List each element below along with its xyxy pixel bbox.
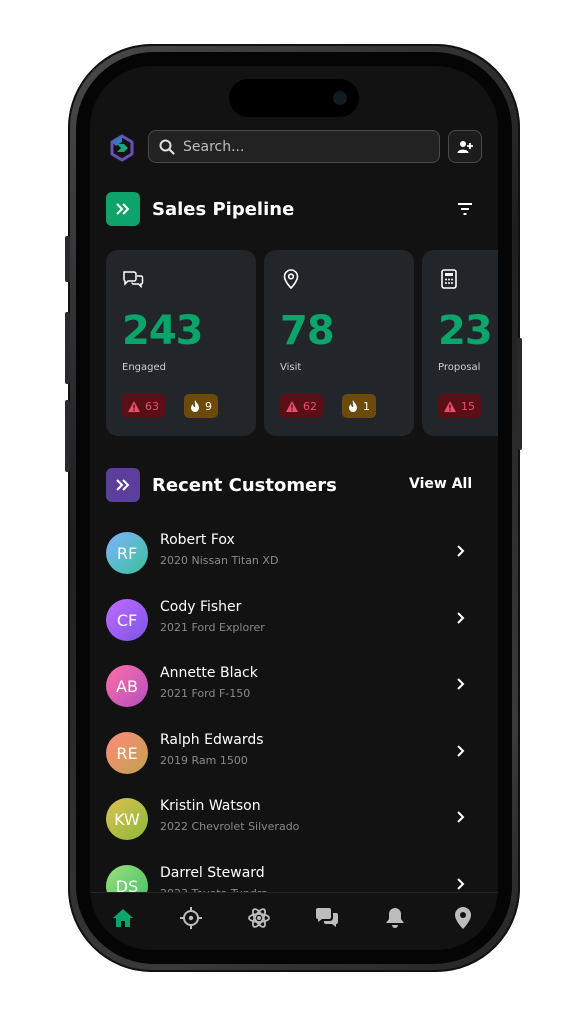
chat-bubbles-icon [123, 271, 144, 289]
customer-vehicle: 2019 Ram 1500 [160, 754, 248, 767]
alert-badge: 62 [280, 394, 323, 418]
engaged-label: Engaged [122, 362, 166, 373]
action-button [65, 236, 70, 282]
atom-icon [248, 908, 270, 928]
nav-home[interactable] [110, 905, 136, 931]
customer-vehicle: 2021 Ford F-150 [160, 687, 251, 700]
add-user-icon [457, 140, 473, 153]
add-user-button[interactable] [448, 130, 482, 163]
chevron-right-icon[interactable] [454, 677, 468, 691]
chevron-right-icon[interactable] [454, 611, 468, 625]
avatar: KW [106, 798, 148, 840]
chevron-right-icon[interactable] [454, 544, 468, 558]
proposal-label: Proposal [438, 362, 481, 373]
double-chevron-right-icon [116, 479, 130, 491]
visit-label: Visit [280, 362, 302, 373]
avatar: CF [106, 599, 148, 641]
warning-icon [128, 400, 140, 412]
customer-row[interactable]: RF Robert Fox 2020 Nissan Titan XD [90, 524, 498, 590]
alert-badge: 63 [122, 394, 165, 418]
warning-icon [286, 400, 298, 412]
pipeline-card-proposal[interactable]: 23 Proposal 15 [422, 250, 498, 436]
pipeline-title: Sales Pipeline [152, 199, 295, 220]
customer-row[interactable]: KW Kristin Watson 2022 Chevrolet Silvera… [90, 790, 498, 856]
location-pin-icon [455, 907, 471, 929]
flame-icon [349, 400, 357, 412]
customer-vehicle: 2022 Chevrolet Silverado [160, 820, 300, 833]
chevron-right-icon[interactable] [454, 744, 468, 758]
app-screen: Sales Pipeline 243 Engaged 63 9 78 Visit [90, 66, 498, 950]
view-all-link[interactable]: View All [409, 476, 472, 492]
location-pin-icon [283, 269, 299, 290]
flame-icon [191, 400, 199, 412]
customer-vehicle: 2021 Ford Explorer [160, 621, 265, 634]
customer-name: Ralph Edwards [160, 732, 264, 748]
customer-vehicle: 2020 Nissan Titan XD [160, 554, 279, 567]
customers-title: Recent Customers [152, 475, 337, 496]
pipeline-card-visit[interactable]: 78 Visit 62 1 [264, 250, 414, 436]
warning-icon [444, 400, 456, 412]
bottom-nav [90, 892, 498, 950]
filter-icon[interactable] [456, 200, 474, 218]
proposal-count: 23 [438, 308, 493, 354]
avatar: RE [106, 732, 148, 774]
avatar: RF [106, 532, 148, 574]
app-logo-icon [110, 134, 134, 162]
search-icon [159, 139, 175, 155]
double-chevron-right-icon [116, 203, 130, 215]
nav-notifications[interactable] [382, 905, 408, 931]
hot-badge: 1 [342, 394, 376, 418]
nav-locations[interactable] [450, 905, 476, 931]
volume-down-button [65, 400, 70, 472]
crosshair-icon [180, 907, 202, 929]
customer-row[interactable]: AB Annette Black 2021 Ford F-150 [90, 657, 498, 723]
dynamic-island [229, 79, 359, 117]
engaged-count: 243 [122, 308, 203, 354]
calculator-icon [441, 269, 457, 289]
alert-badge: 15 [438, 394, 481, 418]
customer-row[interactable]: RE Ralph Edwards 2019 Ram 1500 [90, 724, 498, 790]
chevron-right-icon[interactable] [454, 810, 468, 824]
nav-integrations[interactable] [246, 905, 272, 931]
customer-name: Robert Fox [160, 532, 235, 548]
hot-badge: 9 [184, 394, 218, 418]
customer-row[interactable]: CF Cody Fisher 2021 Ford Explorer [90, 591, 498, 657]
customer-name: Cody Fisher [160, 599, 242, 615]
customer-name: Annette Black [160, 665, 258, 681]
chevron-right-icon[interactable] [454, 877, 468, 891]
avatar: AB [106, 665, 148, 707]
nav-messages[interactable] [314, 905, 340, 931]
chat-icon [316, 908, 338, 927]
pipeline-section-icon [106, 192, 140, 226]
home-icon [113, 909, 133, 927]
power-button [517, 338, 522, 450]
nav-target[interactable] [178, 905, 204, 931]
bell-icon [386, 908, 404, 928]
search-input[interactable] [183, 138, 423, 155]
search-bar[interactable] [148, 130, 440, 163]
customers-section-icon [106, 468, 140, 502]
visit-count: 78 [280, 308, 335, 354]
customer-name: Kristin Watson [160, 798, 261, 814]
customer-name: Darrel Steward [160, 865, 265, 881]
volume-up-button [65, 312, 70, 384]
pipeline-card-engaged[interactable]: 243 Engaged 63 9 [106, 250, 256, 436]
